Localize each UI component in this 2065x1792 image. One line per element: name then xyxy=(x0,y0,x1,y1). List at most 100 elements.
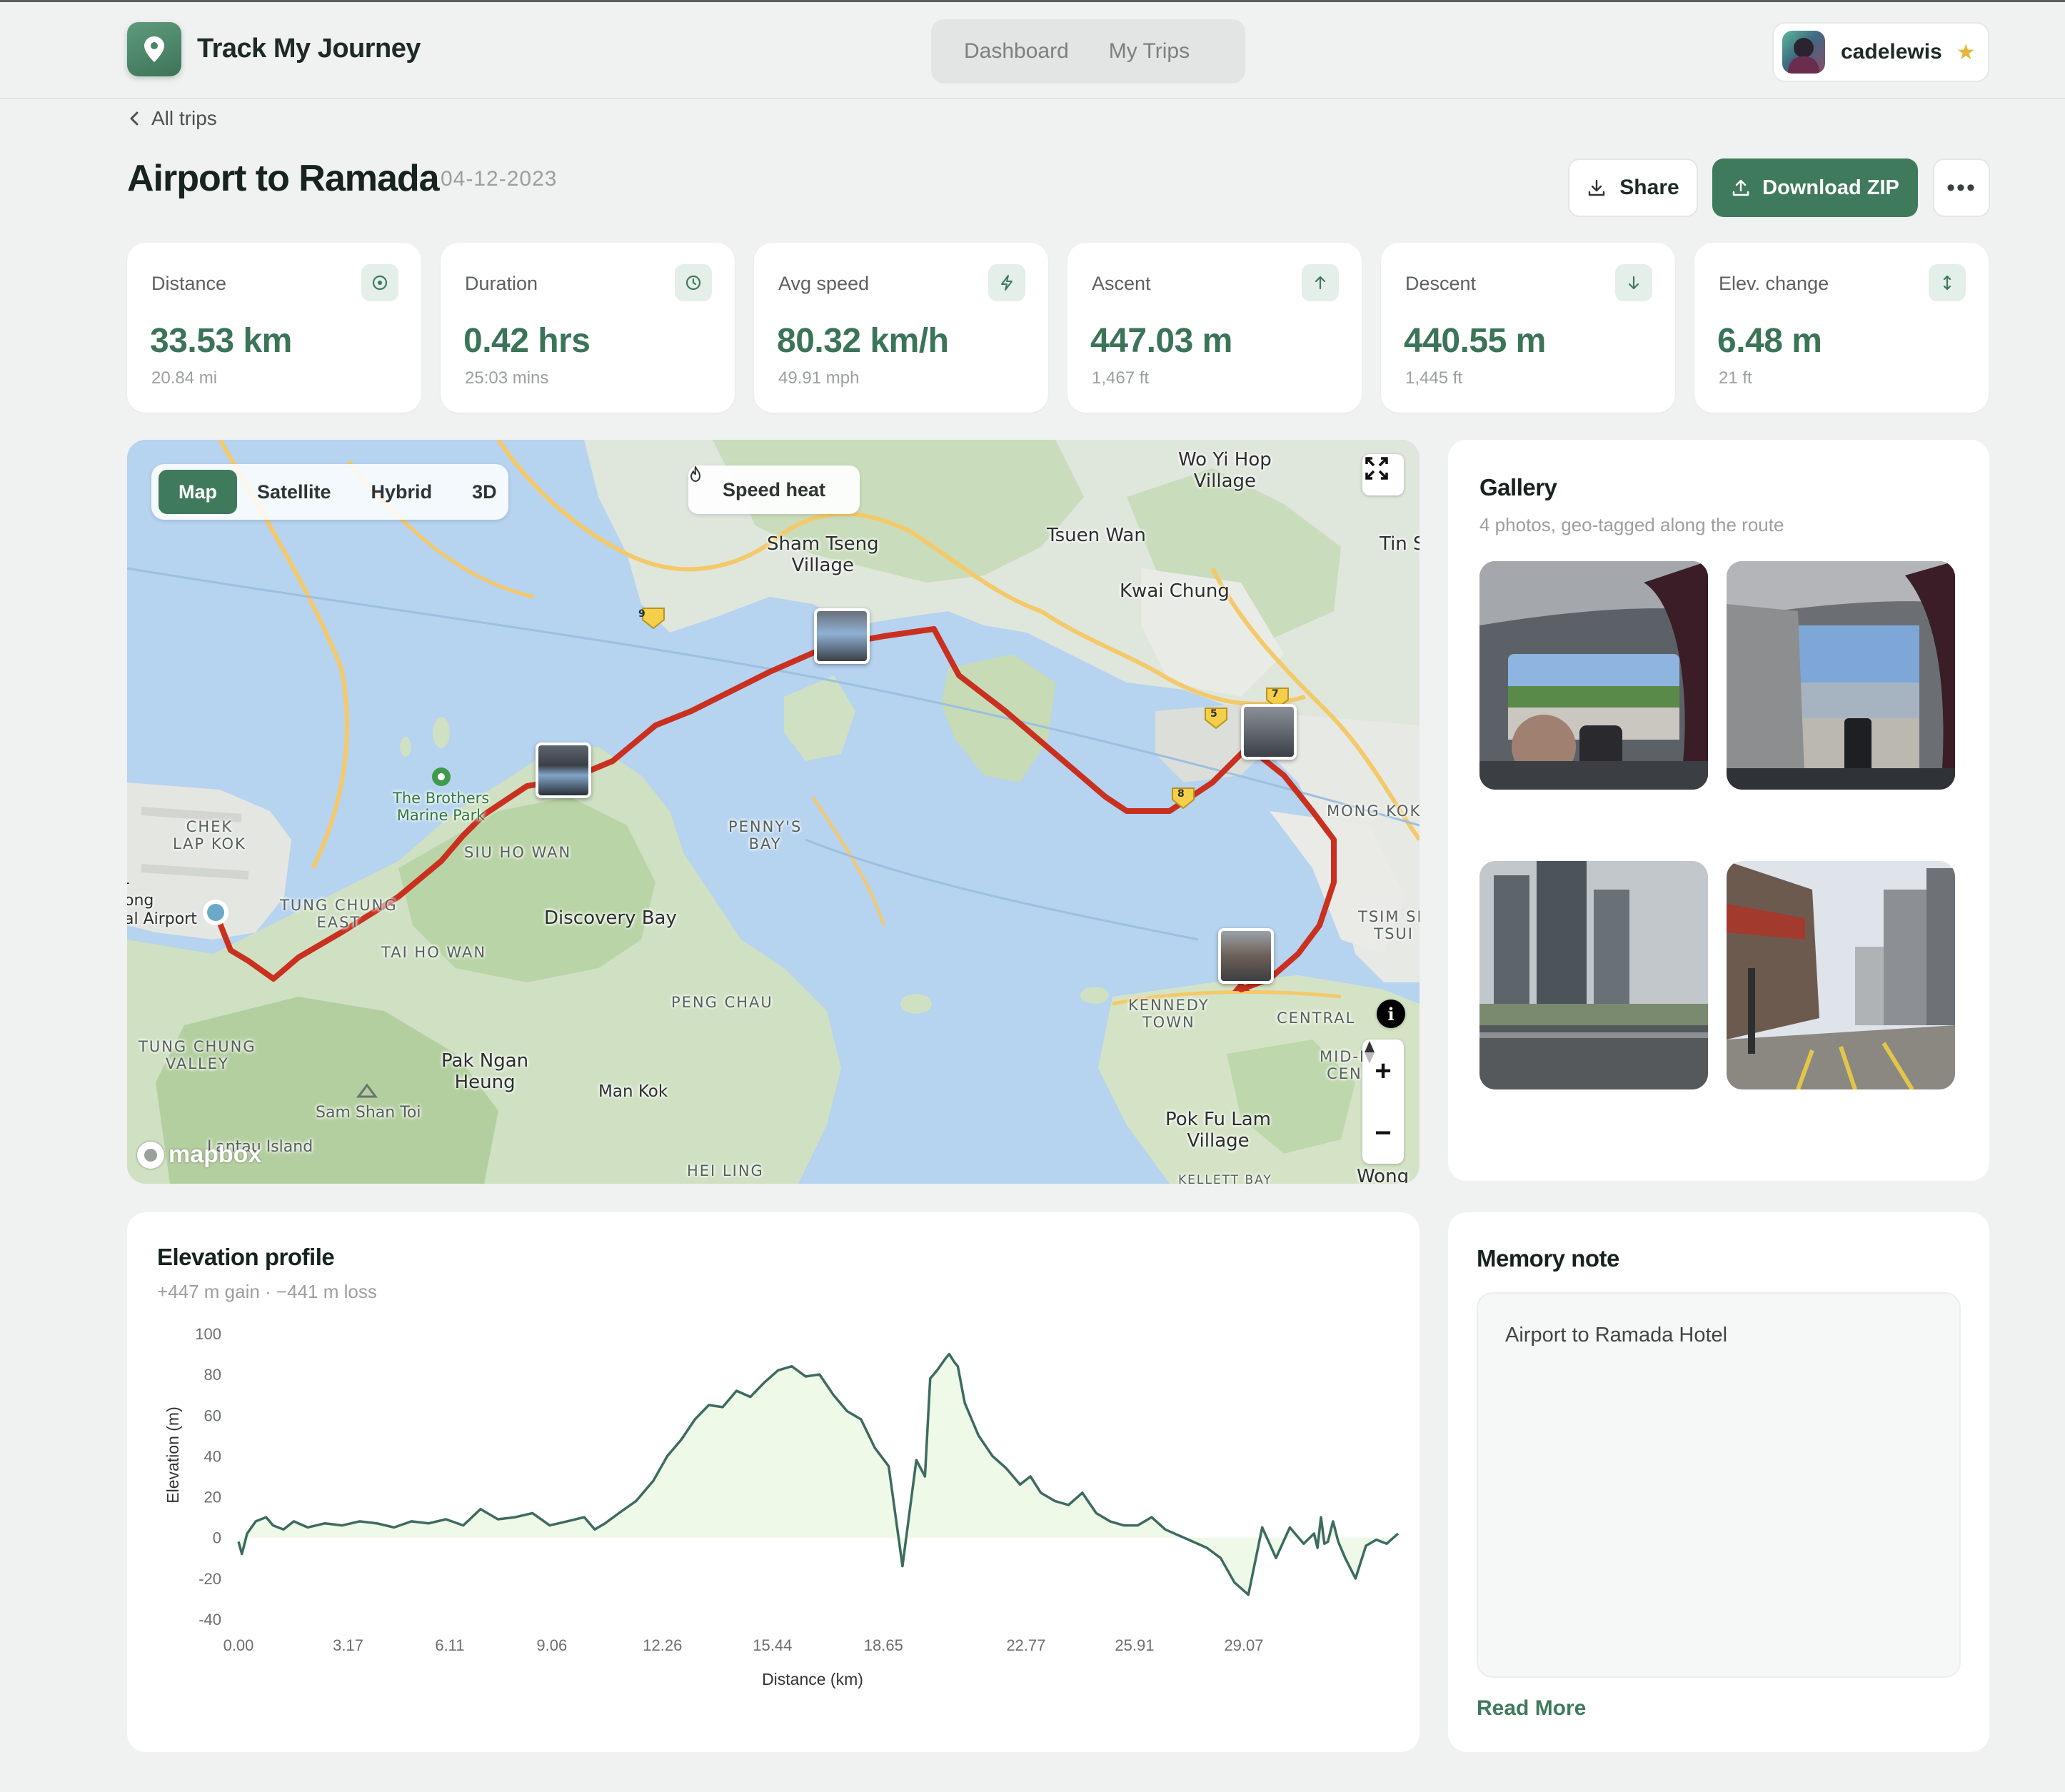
x-tick-label: 18.65 xyxy=(864,1636,903,1654)
fullscreen-icon xyxy=(1365,457,1388,480)
stat-label: Elev. change xyxy=(1719,273,1829,294)
zoom-in-button[interactable]: + xyxy=(1375,1057,1391,1085)
fullscreen-button[interactable] xyxy=(1362,454,1404,495)
info-icon: i xyxy=(1387,1003,1395,1025)
stat-card-descent: Descent 440.55 m 1,445 ft xyxy=(1381,243,1675,413)
back-to-all-trips[interactable]: All trips xyxy=(129,107,217,130)
stat-value: 447.03 m xyxy=(1090,322,1232,360)
gallery-photo[interactable] xyxy=(1479,861,1708,1089)
road-number: 5 xyxy=(1210,708,1217,720)
map-label: TSIM SH TSUI xyxy=(1358,908,1420,943)
map-style-switcher: Map Satellite Hybrid 3D xyxy=(151,464,508,520)
photo-marker[interactable] xyxy=(1241,704,1297,760)
flame-icon xyxy=(690,466,700,482)
info-button[interactable]: i xyxy=(1377,1000,1405,1028)
y-tick-label: -20 xyxy=(199,1570,221,1588)
photo-marker[interactable] xyxy=(1218,928,1274,984)
gallery-photo[interactable] xyxy=(1727,861,1955,1089)
map-mode-satellite[interactable]: Satellite xyxy=(237,470,351,514)
tab-my-trips[interactable]: My Trips xyxy=(1089,19,1210,84)
star-icon: ★ xyxy=(1956,40,1976,64)
download-zip-button[interactable]: Download ZIP xyxy=(1712,158,1918,217)
elevation-card: Elevation profile +447 m gain · −441 m l… xyxy=(127,1212,1420,1752)
chart-xlabel: Distance (km) xyxy=(762,1670,863,1688)
x-tick-label: 15.44 xyxy=(753,1636,792,1654)
main-nav: Dashboard My Trips xyxy=(931,19,1245,84)
map-label: Sham Tseng Village xyxy=(767,533,879,576)
clock-icon xyxy=(675,264,712,301)
stat-sub: 49.91 mph xyxy=(778,368,860,388)
map-label: Tin S xyxy=(1380,533,1420,555)
chevron-left-icon xyxy=(130,111,139,126)
arrow-down-icon xyxy=(1615,264,1652,301)
gallery-title: Gallery xyxy=(1479,474,1557,500)
stat-label: Avg speed xyxy=(778,273,870,294)
map-mode-hybrid[interactable]: Hybrid xyxy=(351,470,453,514)
map-label: CHEK LAP KOK xyxy=(173,818,246,853)
map-label: Tsuen Wan xyxy=(1047,525,1146,546)
route-map[interactable]: Wo Yi Hop Village Sham Tseng Village Tsu… xyxy=(127,440,1420,1184)
map-label: Kwai Chung xyxy=(1120,580,1230,602)
more-options-button[interactable]: ••• xyxy=(1933,158,1990,217)
x-tick-label: 22.77 xyxy=(1006,1636,1045,1654)
share-label: Share xyxy=(1619,176,1679,199)
map-label: KELLETT BAY xyxy=(1178,1173,1272,1184)
stat-value: 33.53 km xyxy=(150,322,292,360)
x-tick-label: 0.00 xyxy=(223,1636,254,1654)
download-label: Download ZIP xyxy=(1762,176,1899,199)
gallery-card: Gallery 4 photos, geo-tagged along the r… xyxy=(1448,440,1989,1181)
y-tick-label: 0 xyxy=(213,1529,221,1547)
photo-marker[interactable] xyxy=(536,743,591,798)
zoom-controls: + − xyxy=(1362,1040,1404,1164)
map-label: HEI LING xyxy=(687,1162,764,1179)
map-mode-3d[interactable]: 3D xyxy=(452,470,517,514)
stat-sub: 1,445 ft xyxy=(1405,368,1463,388)
map-label: PENNY'S BAY xyxy=(728,818,803,853)
stat-value: 80.32 km/h xyxy=(777,322,949,360)
speed-heat-label: Speed heat xyxy=(722,478,826,500)
stat-label: Distance xyxy=(151,273,227,294)
stat-card-duration: Duration 0.42 hrs 25:03 mins xyxy=(441,243,735,413)
stat-label: Ascent xyxy=(1092,273,1151,294)
map-label: Sam Shan Toi xyxy=(316,1104,421,1122)
download-icon xyxy=(1589,179,1605,196)
stat-value: 6.48 m xyxy=(1717,322,1822,360)
more-horizontal-icon: ••• xyxy=(1946,173,1976,201)
map-label: Pak Ngan Heung xyxy=(441,1050,529,1093)
user-menu[interactable]: cadelewis ★ xyxy=(1772,22,1989,82)
x-tick-label: 12.26 xyxy=(643,1636,682,1654)
page-title: Airport to Ramada xyxy=(127,158,440,199)
stat-sub: 21 ft xyxy=(1719,368,1752,388)
memory-note-card: Memory note Airport to Ramada Hotel Read… xyxy=(1448,1212,1989,1752)
elevation-area-fill xyxy=(238,1354,1398,1595)
back-label: All trips xyxy=(151,107,217,129)
map-label: Discovery Bay xyxy=(544,907,677,929)
gallery-photo[interactable] xyxy=(1479,561,1708,790)
gallery-photo[interactable] xyxy=(1727,561,1955,790)
zoom-out-button[interactable]: − xyxy=(1375,1119,1391,1147)
y-tick-label: 40 xyxy=(204,1447,221,1465)
map-label: Wo Yi Hop Village xyxy=(1178,449,1272,492)
read-more-link[interactable]: Read More xyxy=(1477,1696,1586,1721)
tab-dashboard[interactable]: Dashboard xyxy=(931,19,1089,84)
trip-date: 04-12-2023 xyxy=(441,167,558,191)
stat-value: 0.42 hrs xyxy=(463,322,591,360)
share-button[interactable]: Share xyxy=(1568,158,1698,217)
map-label: TUNG CHUNG VALLEY xyxy=(139,1038,256,1073)
avatar xyxy=(1782,31,1825,74)
map-mode-map[interactable]: Map xyxy=(159,470,237,514)
map-label: SIU HO WAN xyxy=(464,844,572,861)
speed-heat-toggle[interactable]: Speed heat xyxy=(688,465,860,514)
memory-note-box[interactable]: Airport to Ramada Hotel xyxy=(1477,1292,1961,1678)
lightning-icon xyxy=(988,264,1025,301)
gallery-subtitle: 4 photos, geo-tagged along the route xyxy=(1479,514,1784,535)
map-label: Man Kok xyxy=(598,1082,668,1101)
compass-icon[interactable] xyxy=(1362,1040,1377,1065)
stat-label: Descent xyxy=(1405,273,1477,294)
app-title: Track My Journey xyxy=(197,34,421,64)
app-logo[interactable] xyxy=(127,22,181,76)
map-label: KENNEDY TOWN xyxy=(1128,997,1210,1032)
photo-marker[interactable] xyxy=(814,608,870,664)
mapbox-logo: mapbox xyxy=(137,1141,261,1169)
road-number: 8 xyxy=(1177,788,1185,800)
